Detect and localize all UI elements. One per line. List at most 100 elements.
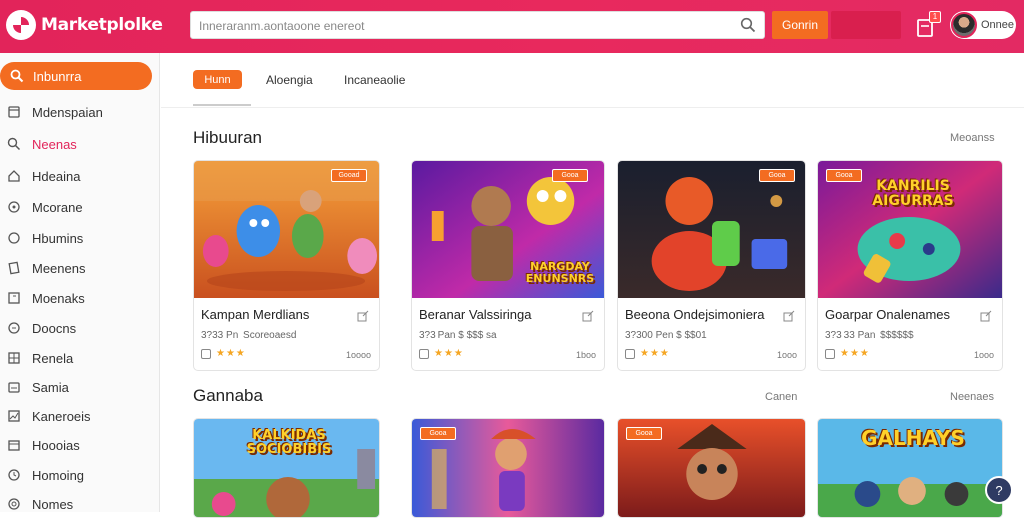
calendar-icon	[625, 348, 635, 359]
user-menu[interactable]: Onnee	[950, 11, 1016, 39]
logo-text: Marketplolke	[41, 15, 163, 35]
sidebar-item[interactable]: Samia	[0, 376, 158, 398]
star-rating: ★★★	[434, 348, 464, 359]
search-icon	[10, 69, 24, 83]
section-title: Gannaba	[193, 386, 263, 405]
avatar	[951, 12, 977, 38]
art-title: GALHAYS	[861, 426, 965, 450]
sidebar-item[interactable]: Hdeaina	[0, 165, 158, 187]
sidebar-item-active[interactable]: Inbunrra	[0, 62, 152, 90]
sidebar-item-label: Mcorane	[32, 199, 83, 215]
search-bar	[190, 11, 765, 39]
card-count: 1oooo	[345, 350, 371, 360]
card-badge: Gooa	[552, 169, 588, 182]
star-rating: ★★★	[216, 348, 246, 359]
tab[interactable]: Incaneaolie	[344, 73, 405, 87]
card-rating: ★★★	[825, 348, 870, 359]
search-button[interactable]: Gonrin	[772, 11, 828, 39]
art-title: KANRILIS AIGURRAS	[872, 178, 954, 209]
sidebar-item[interactable]: Renela	[0, 347, 158, 369]
card-price: 3?300 Pen $ $$01	[625, 330, 707, 341]
calendar-icon	[419, 348, 429, 359]
tab-underline	[193, 104, 251, 106]
sidebar-item[interactable]: Moenaks	[0, 287, 158, 309]
share-icon[interactable]	[582, 310, 594, 322]
sidebar-item[interactable]: Kaneroeis	[0, 405, 158, 427]
card-badge: Gooa	[759, 169, 795, 182]
card-price: 3?3 Pan $ $$$ sa	[419, 330, 497, 341]
sidebar-item-label: Inbunrra	[33, 68, 82, 84]
sidebar-item-label: Samia	[32, 379, 69, 395]
sidebar-item-label: Hdeaina	[32, 168, 81, 184]
card-price: 3?3 33 Pan $$$$$$	[825, 330, 914, 341]
card-count: 1ooo	[776, 350, 797, 360]
see-more-link[interactable]: Meoanss	[950, 132, 995, 144]
game-card[interactable]: Gooa	[617, 418, 806, 518]
sidebar-item-label: Hoooias	[32, 437, 80, 453]
card-rating: ★★★	[201, 348, 246, 359]
sidebar-item-label: Renela	[32, 350, 74, 366]
tab[interactable]: Aloengia	[266, 73, 313, 87]
share-icon[interactable]	[357, 310, 369, 322]
settings-icon	[8, 498, 20, 510]
card-count: 1ooo	[973, 350, 994, 360]
sidebar-item[interactable]: Meenens	[0, 257, 158, 279]
card-title: Beranar Valssiringa	[419, 307, 532, 322]
grid-icon	[8, 352, 20, 364]
card-title: Kampan Merdlians	[201, 307, 310, 322]
share-icon[interactable]	[980, 310, 992, 322]
share-icon[interactable]	[783, 310, 795, 322]
sidebar-item[interactable]: Hoooias	[0, 434, 158, 456]
sidebar-item-label: Nomes	[32, 496, 74, 512]
star-rating: ★★★	[640, 348, 670, 359]
card-icon	[8, 382, 20, 393]
sidebar-item-label: Neenas	[32, 136, 77, 152]
home-icon	[8, 170, 20, 182]
chat-icon	[8, 201, 20, 213]
sidebar-item-label: Doocns	[32, 320, 77, 336]
search-input[interactable]	[199, 16, 729, 36]
sidebar-item[interactable]: Mcorane	[0, 196, 158, 218]
game-card[interactable]: NARGDAY ENUNSNRS Gooa Beranar Valssiring…	[411, 160, 605, 371]
card-price: 3?33 Pn Scoreoaesd	[201, 330, 297, 341]
logo[interactable]: Marketplolke	[6, 9, 163, 41]
tab-bar: Hunn Aloengia Incaneaolie	[161, 53, 1024, 108]
sidebar-item-label: Kaneroeis	[32, 408, 91, 424]
section-link[interactable]: Canen	[765, 391, 797, 403]
section-title: Hibuuran	[193, 128, 262, 147]
game-card[interactable]: Gooad Kampan Merdlians 3?33 Pn Scoreoaes…	[193, 160, 380, 371]
card-title: Goarpar Onalenames	[825, 307, 951, 322]
star-rating: ★★★	[840, 348, 870, 359]
game-card[interactable]: Gooa	[411, 418, 605, 518]
card-badge: Gooa	[420, 427, 456, 440]
art-title: KALKIDAS SOCIOBIBIS	[246, 428, 332, 457]
game-card[interactable]: KANRILIS AIGURRAS Gooa Goarpar Onalename…	[817, 160, 1003, 371]
sidebar-item[interactable]: Neenas	[0, 133, 158, 155]
see-more-link[interactable]: Neenaes	[950, 391, 994, 403]
search-icon[interactable]	[740, 17, 756, 33]
sidebar-item[interactable]: Doocns	[0, 317, 158, 339]
art-title: NARGDAY ENUNSNRS	[525, 260, 595, 285]
card-count: 1boo	[575, 350, 596, 360]
calendar-icon	[825, 348, 835, 359]
game-card[interactable]: KALKIDAS SOCIOBIBIS	[193, 418, 380, 518]
tag-icon	[8, 106, 20, 118]
card-rating: ★★★	[419, 348, 464, 359]
sidebar-item[interactable]: Hbumins	[0, 227, 158, 249]
calendar-icon	[201, 348, 211, 359]
card-title: Beeona Ondejsimoniera	[625, 307, 765, 322]
sidebar-item-label: Mdenspaian	[32, 104, 103, 120]
search-icon	[7, 137, 21, 151]
book-icon	[8, 292, 20, 304]
game-card[interactable]: Gooa Beeona Ondejsimoniera 3?300 Pen $ $…	[617, 160, 806, 371]
top-header: Marketplolke Gonrin 1 Onnee	[0, 0, 1024, 53]
sidebar-item[interactable]: Mdenspaian	[0, 101, 158, 123]
sidebar-item[interactable]: Homoing	[0, 464, 158, 486]
sidebar-item-label: Hbumins	[32, 230, 84, 246]
help-button[interactable]: ?	[985, 476, 1013, 504]
tab-active[interactable]: Hunn	[193, 70, 242, 89]
logo-icon	[6, 10, 36, 40]
card-badge: Gooa	[826, 169, 862, 182]
game-card[interactable]: GALHAYS	[817, 418, 1003, 518]
promo-banner[interactable]	[831, 11, 901, 39]
